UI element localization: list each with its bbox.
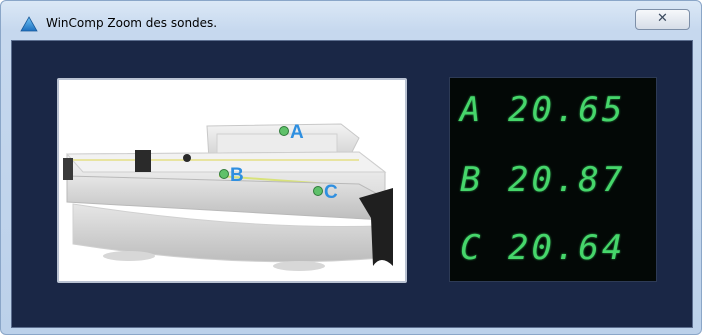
probe-value: 20.64 — [508, 228, 626, 268]
svg-text:A: A — [290, 122, 304, 143]
machine-picture: A B C — [57, 78, 407, 283]
probe-zoom-panel: A B C A 20.65 B 20.87 C 20.64 — [11, 40, 693, 328]
probe-machine-illustration: A B C — [63, 122, 393, 271]
app-window: WinComp Zoom des sondes. ✕ A B C A 20.65… — [0, 0, 702, 335]
probe-label: B — [460, 160, 484, 200]
svg-text:B: B — [230, 165, 244, 186]
close-button[interactable]: ✕ — [635, 9, 690, 30]
app-triangle-icon — [20, 16, 38, 32]
readout-row-b: B 20.87 — [450, 160, 656, 200]
readout-row-c: C 20.64 — [450, 228, 656, 268]
probe-label: A — [460, 90, 484, 130]
svg-text:C: C — [324, 182, 338, 203]
probe-label: C — [460, 228, 484, 268]
window-title: WinComp Zoom des sondes. — [46, 16, 218, 30]
probe-value: 20.87 — [508, 160, 626, 200]
readout-row-a: A 20.65 — [450, 90, 656, 130]
probe-readout-display: A 20.65 B 20.87 C 20.64 — [449, 77, 657, 282]
close-icon: ✕ — [657, 11, 668, 26]
title-bar[interactable]: WinComp Zoom des sondes. ✕ — [1, 1, 701, 37]
probe-value: 20.65 — [508, 90, 626, 130]
